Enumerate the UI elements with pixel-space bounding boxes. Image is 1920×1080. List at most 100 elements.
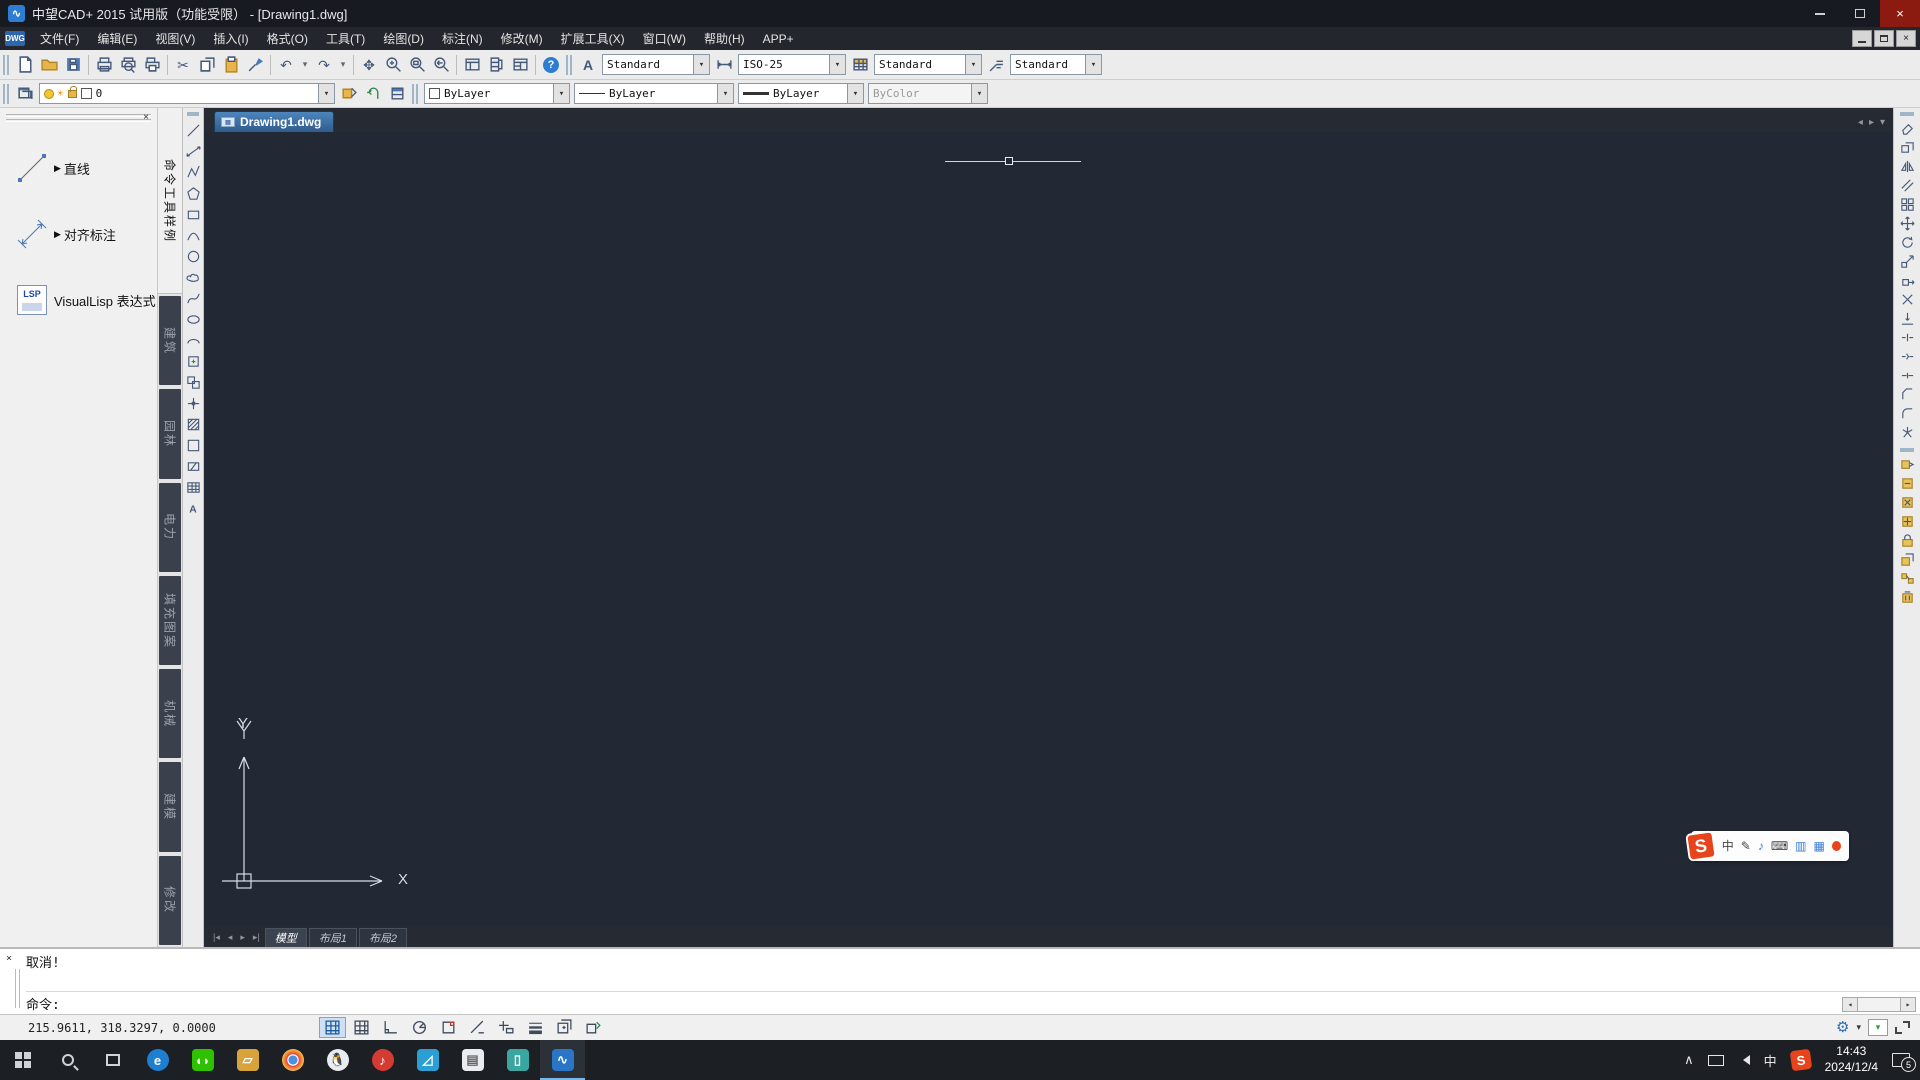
scale-icon[interactable] (1897, 252, 1918, 271)
layer-freeze-icon[interactable] (1897, 512, 1918, 531)
tool-palettes-icon[interactable] (485, 54, 507, 76)
prev-layout-icon[interactable]: ◂ (225, 932, 236, 943)
taskbar-app-music[interactable]: ♪ (360, 1040, 405, 1080)
palette-tab-architecture[interactable]: 建筑 (159, 296, 181, 385)
status-menu-dropdown-icon[interactable]: ▾ (1856, 1022, 1861, 1033)
layer-off-icon[interactable] (1897, 493, 1918, 512)
command-grip[interactable] (15, 969, 20, 1008)
ellipse-arc-icon[interactable] (184, 331, 203, 350)
dim-style-combo[interactable]: ISO-25▾ (738, 54, 846, 75)
tab-layout1[interactable]: 布局1 (309, 928, 357, 947)
multiline-text-icon[interactable]: A (184, 499, 203, 518)
break-at-point-icon[interactable] (1897, 328, 1918, 347)
fillet-icon[interactable] (1897, 404, 1918, 423)
layer-merge-icon[interactable] (1897, 569, 1918, 588)
zoom-realtime-icon[interactable] (382, 54, 404, 76)
menu-draw[interactable]: 绘图(D) (374, 27, 433, 50)
layer-lock-icon[interactable] (68, 90, 77, 98)
scroll-left-icon[interactable]: ◂ (1842, 997, 1858, 1012)
command-close-icon[interactable]: × (6, 953, 12, 964)
rotate-icon[interactable] (1897, 233, 1918, 252)
toolbar-grip[interactable] (3, 55, 9, 75)
tab-model[interactable]: 模型 (265, 928, 307, 947)
polygon-icon[interactable] (184, 184, 203, 203)
mleader-style-combo[interactable]: Standard▾ (1010, 54, 1102, 75)
palette-tab-modify[interactable]: 修改 (159, 856, 181, 945)
menu-tools[interactable]: 工具(T) (317, 27, 374, 50)
make-block-icon[interactable] (184, 373, 203, 392)
line-midpoint-grip[interactable] (1005, 157, 1013, 165)
lineweight-combo[interactable]: ByLayer ▾ (738, 83, 864, 104)
table-icon[interactable] (184, 478, 203, 497)
sogou-tray-icon[interactable]: S (1789, 1049, 1812, 1072)
properties-palette-icon[interactable] (509, 54, 531, 76)
otrack-toggle[interactable] (464, 1017, 491, 1038)
toolbox-icon[interactable]: ▦ (1814, 840, 1825, 852)
scroll-track[interactable] (1858, 997, 1900, 1012)
mirror-icon[interactable] (1897, 157, 1918, 176)
taskbar-app-explorer[interactable]: ▱ (225, 1040, 270, 1080)
menu-file[interactable]: 文件(F) (31, 27, 88, 50)
layer-match-icon[interactable] (1897, 455, 1918, 474)
skin-icon[interactable]: ▥ (1795, 840, 1806, 852)
text-style-combo[interactable]: Standard▾ (602, 54, 710, 75)
toolbar-grip[interactable] (187, 112, 199, 116)
extend-icon[interactable] (1897, 309, 1918, 328)
print-icon[interactable] (93, 54, 115, 76)
revision-cloud-icon[interactable] (184, 268, 203, 287)
palette-item-line[interactable]: ▶ 直线 (10, 148, 157, 188)
open-file-icon[interactable] (38, 54, 60, 76)
menu-express-tools[interactable]: 扩展工具(X) (552, 27, 634, 50)
tab-layout2[interactable]: 布局2 (359, 928, 407, 947)
lineweight-toggle[interactable] (522, 1017, 549, 1038)
arc-icon[interactable] (184, 226, 203, 245)
taskbar-app-edge[interactable]: e (135, 1040, 180, 1080)
minimize-button[interactable] (1800, 0, 1840, 27)
tab-scroll-right-icon[interactable]: ▸ (1869, 117, 1874, 128)
layer-previous-icon[interactable] (362, 83, 384, 105)
grid-toggle[interactable] (348, 1017, 375, 1038)
gradient-icon[interactable] (184, 436, 203, 455)
toolbar-grip[interactable] (1900, 112, 1914, 116)
color-combo[interactable]: ByLayer ▾ (424, 83, 570, 104)
table-style-combo[interactable]: Standard▾ (874, 54, 982, 75)
line-entity[interactable] (945, 161, 1081, 162)
palette-close-icon[interactable]: × (139, 111, 153, 124)
toolbar-grip[interactable] (3, 84, 9, 104)
publish-icon[interactable] (141, 54, 163, 76)
circle-icon[interactable] (184, 247, 203, 266)
dyn-toggle[interactable] (493, 1017, 520, 1038)
palette-tab-hatch-patterns[interactable]: 填充图案 (159, 576, 181, 665)
taskbar-app-vscode[interactable]: ◿ (405, 1040, 450, 1080)
drawing-canvas[interactable]: Y X S 中 ✎ ♪ ⌨ ▥ ▦ (204, 132, 1893, 927)
make-layer-current-icon[interactable] (338, 83, 360, 105)
taskbar-app-chrome[interactable] (270, 1040, 315, 1080)
menu-view[interactable]: 视图(V) (146, 27, 204, 50)
menu-help[interactable]: 帮助(H) (695, 27, 754, 50)
pan-icon[interactable]: ✥ (358, 54, 380, 76)
rectangle-icon[interactable] (184, 205, 203, 224)
model-paper-toggle[interactable] (551, 1017, 578, 1038)
copy-icon[interactable] (196, 54, 218, 76)
mdi-close-button[interactable]: × (1896, 30, 1916, 47)
first-layout-icon[interactable]: |◂ (210, 932, 223, 943)
trim-icon[interactable] (1897, 290, 1918, 309)
erase-icon[interactable] (1897, 119, 1918, 138)
maximize-button[interactable] (1840, 0, 1880, 27)
scroll-right-icon[interactable]: ▸ (1900, 997, 1916, 1012)
gear-icon[interactable]: ⚙ (1836, 1020, 1849, 1035)
linetype-combo[interactable]: ByLayer ▾ (574, 83, 734, 104)
layer-states-icon[interactable] (386, 83, 408, 105)
layer-combo[interactable]: ☀ 0 ▾ (39, 83, 335, 104)
toolbar-grip[interactable] (1900, 448, 1914, 452)
menu-dimension[interactable]: 标注(N) (433, 27, 492, 50)
copy-object-icon[interactable] (1897, 138, 1918, 157)
sogou-logo-icon[interactable]: S (1685, 830, 1716, 862)
last-layout-icon[interactable]: ▸| (250, 932, 263, 943)
toolbar-grip[interactable] (566, 55, 572, 75)
layer-thaw-icon[interactable]: ☀ (57, 88, 64, 99)
undo-dropdown-icon[interactable]: ▾ (299, 54, 311, 76)
layer-walk-icon[interactable] (1897, 550, 1918, 569)
layer-lock-tool-icon[interactable] (1897, 531, 1918, 550)
sogou-badge-icon[interactable] (1832, 841, 1841, 851)
